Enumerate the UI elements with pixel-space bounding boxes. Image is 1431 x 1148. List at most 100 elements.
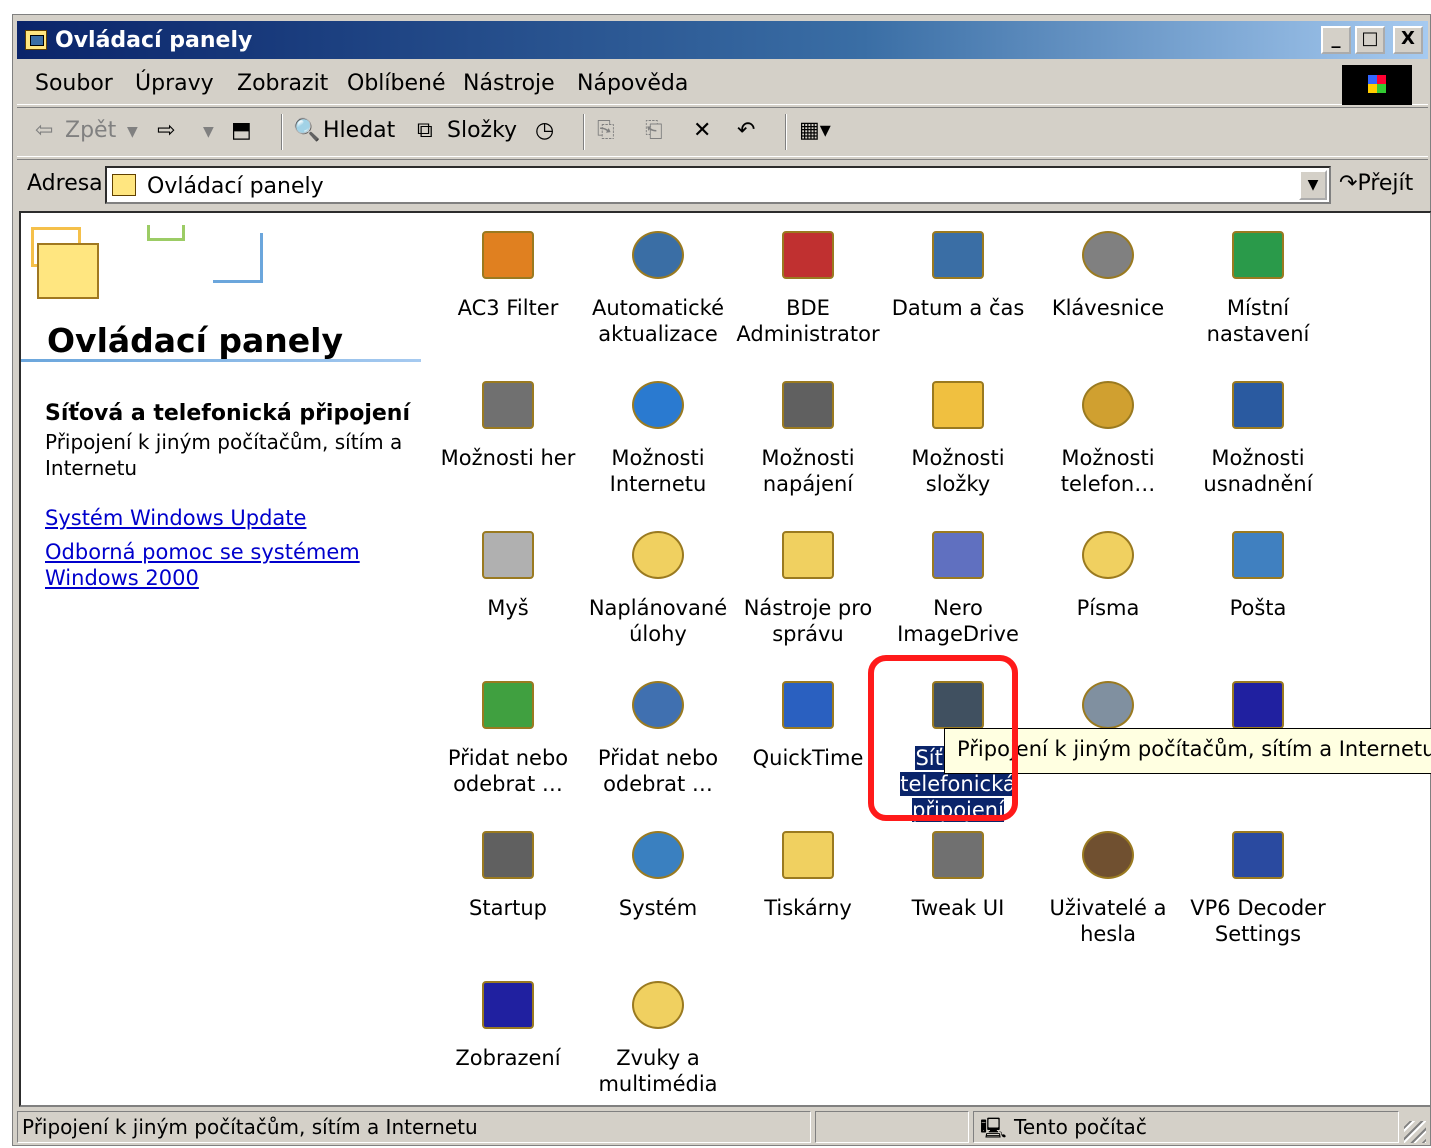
search-button[interactable]: Hledat <box>323 118 395 143</box>
windows-support-link[interactable]: Odborná pomoc se systémem Windows 2000 <box>45 539 425 591</box>
copy-to-icon[interactable]: ⎗ <box>645 118 663 143</box>
control-panel-item[interactable]: Nástroje pro správu <box>733 517 883 667</box>
item-label-text: Myš <box>487 596 529 620</box>
item-label-text: Nero ImageDrive <box>897 596 1019 646</box>
menu-napoveda[interactable]: Nápověda <box>577 71 688 96</box>
minimize-button[interactable]: _ <box>1321 26 1351 54</box>
quicktime-icon <box>776 671 840 735</box>
forward-dropdown-icon[interactable]: ▼ <box>203 124 214 140</box>
menu-zobrazit[interactable]: Zobrazit <box>237 71 328 96</box>
mouse-icon <box>476 521 540 585</box>
item-label-text: Startup <box>469 896 547 920</box>
control-panel-item[interactable]: Datum a čas <box>883 217 1033 367</box>
control-panel-item[interactable]: Zvuky a multimédia <box>583 967 733 1105</box>
resize-grip[interactable] <box>1404 1121 1426 1143</box>
item-label-text: Naplánované úlohy <box>588 596 728 646</box>
search-icon: 🔍 <box>293 118 321 143</box>
folders-button[interactable]: Složky <box>447 118 517 143</box>
go-button[interactable]: ↷Přejít <box>1339 171 1413 196</box>
up-folder-icon[interactable]: ⬒ <box>231 118 252 143</box>
item-label: Naplánované úlohy <box>583 595 733 647</box>
control-panel-item[interactable]: QuickTime <box>733 667 883 817</box>
control-panel-item[interactable]: Zobrazení <box>433 967 583 1105</box>
menu-upravy[interactable]: Úpravy <box>135 71 214 96</box>
history-icon[interactable]: ◷ <box>535 118 554 143</box>
item-label: Klávesnice <box>1033 295 1183 321</box>
undo-icon[interactable]: ↶ <box>737 118 755 143</box>
control-panel-item[interactable]: Přidat nebo odebrat … <box>583 667 733 817</box>
folder-options-icon <box>926 371 990 435</box>
menu-oblibene[interactable]: Oblíbené <box>347 71 445 96</box>
control-panel-item[interactable]: Klávesnice <box>1033 217 1183 367</box>
system-computer-icon <box>626 821 690 885</box>
control-panel-item[interactable]: Možnosti telefon… <box>1033 367 1183 517</box>
item-label-text: Systém <box>618 896 698 920</box>
computer-icon: 🖳 <box>980 1116 1007 1140</box>
back-dropdown-icon[interactable]: ▼ <box>127 124 138 140</box>
control-panel-item[interactable]: Automatické aktualizace <box>583 217 733 367</box>
control-panel-item[interactable]: BDE Administrator <box>733 217 883 367</box>
menu-soubor[interactable]: Soubor <box>35 71 113 96</box>
delete-icon[interactable]: ✕ <box>693 118 711 143</box>
banner-square <box>213 233 263 283</box>
clock-calendar-icon <box>926 221 990 285</box>
back-button[interactable]: Zpět <box>65 118 116 143</box>
control-panel-item[interactable]: Naplánované úlohy <box>583 517 733 667</box>
control-panel-item[interactable]: Písma <box>1033 517 1183 667</box>
content-area: Ovládací panely Síťová a telefonická při… <box>19 211 1431 1107</box>
banner-graphic <box>27 221 267 317</box>
address-input[interactable]: Ovládací panely ▼ <box>105 166 1331 204</box>
internet-globe-icon <box>626 371 690 435</box>
item-label-text: Přidat nebo odebrat … <box>447 746 569 796</box>
item-label-text: Tweak UI <box>911 896 1005 920</box>
title-bar[interactable]: Ovládací panely _ □ X <box>17 21 1428 59</box>
control-panel-item[interactable]: Systém <box>583 817 733 967</box>
item-label: Zvuky a multimédia <box>583 1045 733 1097</box>
startup-computer-icon <box>476 821 540 885</box>
views-icon[interactable]: ▦▾ <box>799 118 831 143</box>
forward-button-icon[interactable]: ⇨ <box>157 118 175 143</box>
go-arrow-icon: ↷ <box>1339 171 1358 196</box>
item-label: Tweak UI <box>883 895 1033 921</box>
control-panel-item[interactable]: Možnosti složky <box>883 367 1033 517</box>
toolbar-separator <box>281 114 283 150</box>
windows-logo-icon <box>1342 65 1412 105</box>
control-panel-item[interactable]: VP6 Decoder Settings <box>1183 817 1333 967</box>
control-panel-item[interactable]: Místní nastavení <box>1183 217 1333 367</box>
control-panel-item[interactable]: Tiskárny <box>733 817 883 967</box>
control-panel-item[interactable]: Uživatelé a hesla <box>1033 817 1183 967</box>
control-panel-item[interactable]: AC3 Filter <box>433 217 583 367</box>
display-icon <box>476 971 540 1035</box>
selected-item-description: Připojení k jiným počítačům, sítím a Int… <box>45 430 403 480</box>
move-to-icon[interactable]: ⎘ <box>597 118 615 143</box>
control-panel-item[interactable]: Možnosti Internetu <box>583 367 733 517</box>
joystick-icon <box>476 371 540 435</box>
control-panel-item[interactable]: Možnosti her <box>433 367 583 517</box>
go-label: Přejít <box>1357 171 1414 196</box>
tweakui-icon <box>926 821 990 885</box>
item-label: Automatické aktualizace <box>583 295 733 347</box>
admin-tools-icon <box>776 521 840 585</box>
control-panel-item[interactable]: Nero ImageDrive <box>883 517 1033 667</box>
control-panel-item[interactable]: Startup <box>433 817 583 967</box>
control-panel-item[interactable]: Možnosti napájení <box>733 367 883 517</box>
item-label-text: Přidat nebo odebrat … <box>597 746 719 796</box>
item-label-text: Zobrazení <box>455 1046 561 1070</box>
control-panel-item[interactable]: Přidat nebo odebrat … <box>433 667 583 817</box>
item-label: Pošta <box>1183 595 1333 621</box>
address-dropdown-button[interactable]: ▼ <box>1299 170 1327 200</box>
close-button[interactable]: X <box>1393 26 1423 54</box>
item-label-text: Písma <box>1076 596 1140 620</box>
add-hardware-icon <box>476 671 540 735</box>
menu-nastroje[interactable]: Nástroje <box>463 71 555 96</box>
control-panel-item[interactable]: Tweak UI <box>883 817 1033 967</box>
zone-label: Tento počítač <box>1014 1115 1147 1139</box>
item-label-text: Klávesnice <box>1051 296 1165 320</box>
control-panel-item[interactable]: Možnosti usnadnění <box>1183 367 1333 517</box>
control-panel-item[interactable]: Myš <box>433 517 583 667</box>
maximize-button[interactable]: □ <box>1355 26 1385 54</box>
control-panel-icon <box>25 30 47 50</box>
selected-item-title: Síťová a telefonická připojení <box>45 401 410 426</box>
windows-update-link[interactable]: Systém Windows Update <box>45 505 425 531</box>
control-panel-item[interactable]: Pošta <box>1183 517 1333 667</box>
